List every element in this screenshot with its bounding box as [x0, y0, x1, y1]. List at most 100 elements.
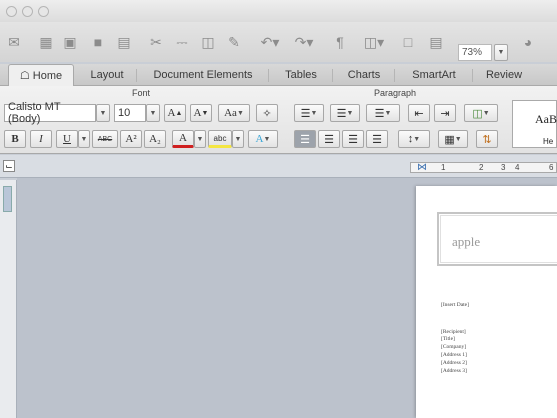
styles-gallery[interactable]: AaB He — [512, 100, 557, 148]
columns-icon: ◫ — [472, 107, 483, 120]
style-label: He — [543, 137, 554, 146]
tab-smartart[interactable]: SmartArt — [398, 64, 470, 86]
align-right-icon: ☰ — [348, 133, 358, 146]
redo-icon[interactable]: ↷▾ — [290, 32, 318, 52]
tab-divider — [394, 69, 395, 82]
underline-button[interactable]: U — [56, 130, 78, 148]
ruler-mark: 1 — [441, 163, 446, 172]
paragraph-group-label: Paragraph — [374, 88, 417, 98]
columns-button[interactable]: ◫ ▼ — [464, 104, 498, 122]
sidebar-icon[interactable]: ◫▾ — [360, 32, 388, 52]
tab-divider — [268, 69, 269, 82]
shrink-font-button[interactable]: A ▼ — [190, 104, 212, 122]
align-right-button[interactable]: ☰ — [342, 130, 364, 148]
cut-icon[interactable]: ✂ — [146, 32, 166, 52]
zoom-dropdown[interactable]: ▼ — [494, 44, 508, 61]
undo-icon[interactable]: ↶▾ — [256, 32, 284, 52]
templates-icon[interactable]: ▦ — [36, 32, 56, 52]
vertical-ruler-margin — [3, 186, 12, 212]
help-icon[interactable]: ◕ — [518, 32, 538, 52]
format-painter-icon[interactable]: ✎ — [224, 32, 244, 52]
justify-button[interactable]: ☰ — [366, 130, 388, 148]
align-left-button[interactable]: ☰ — [294, 130, 316, 148]
close-window-button[interactable] — [6, 6, 17, 17]
font-color-dropdown[interactable]: ▼ — [194, 130, 206, 148]
zoom-window-button[interactable] — [38, 6, 49, 17]
ribbon-tabs: ☖ Home Layout Document Elements Tables C… — [0, 64, 557, 87]
strikethrough-button[interactable]: ABC — [92, 130, 118, 148]
align-center-icon: ☰ — [324, 133, 334, 146]
doc-line-address-3[interactable]: [Address 3] — [441, 368, 467, 374]
justify-icon: ☰ — [372, 133, 382, 146]
font-name-field[interactable]: Calisto MT (Body) — [4, 101, 96, 125]
decrease-indent-button[interactable]: ⇤ — [408, 104, 430, 122]
tab-layout[interactable]: Layout — [80, 64, 134, 86]
tab-document-elements[interactable]: Document Elements — [140, 64, 266, 86]
text-effects-button[interactable]: A ▼ — [248, 130, 278, 148]
font-name-dropdown[interactable]: ▼ — [96, 104, 110, 122]
increase-indent-icon: ⇥ — [440, 107, 450, 120]
subscript-button[interactable]: A₂ — [144, 130, 166, 148]
tab-divider — [472, 69, 473, 82]
bold-button[interactable]: B — [4, 130, 26, 148]
tab-home[interactable]: ☖ Home — [8, 64, 74, 87]
new-document-icon[interactable]: ✉ — [4, 32, 24, 52]
multilevel-list-button[interactable]: ☰ ▼ — [366, 104, 400, 122]
increase-indent-button[interactable]: ⇥ — [434, 104, 456, 122]
vertical-ruler — [0, 180, 17, 418]
underline-dropdown[interactable]: ▼ — [78, 130, 90, 148]
zoom-field[interactable]: 73% — [458, 44, 492, 61]
sort-button[interactable]: ⇅ — [476, 130, 498, 148]
copy-icon[interactable]: ⎓ — [172, 32, 192, 52]
tab-divider — [332, 69, 333, 82]
eraser-icon: ✧ — [262, 107, 272, 120]
tab-home-label: Home — [32, 70, 63, 82]
paste-icon[interactable]: ◫ — [198, 32, 218, 52]
doc-line-address-2[interactable]: [Address 2] — [441, 360, 467, 366]
paragraph-marks-icon[interactable]: ¶ — [332, 32, 348, 52]
change-case-button[interactable]: Aa ▼ — [218, 104, 250, 122]
font-size-dropdown[interactable]: ▼ — [146, 104, 160, 122]
clear-formatting-button[interactable]: ✧ — [256, 104, 278, 122]
zoom-icon[interactable]: ▤ — [426, 32, 446, 52]
grow-font-button[interactable]: A ▲ — [164, 104, 186, 122]
document-title[interactable]: apple — [452, 234, 480, 250]
numbering-button[interactable]: ☰ ▼ — [330, 104, 360, 122]
ruler-mark: 6 — [549, 163, 554, 172]
tab-charts[interactable]: Charts — [336, 64, 392, 86]
minimize-window-button[interactable] — [22, 6, 33, 17]
tab-review[interactable]: Review — [476, 64, 532, 86]
line-spacing-button[interactable]: ↕ ▼ — [398, 130, 430, 148]
borders-button[interactable]: ▦ ▼ — [438, 130, 468, 148]
doc-line-company[interactable]: [Company] — [441, 344, 466, 350]
tab-divider — [136, 69, 137, 82]
doc-line-date[interactable]: [Insert Date] — [441, 302, 469, 308]
numbering-icon: ☰ — [336, 107, 347, 120]
title-bar — [0, 0, 557, 22]
bullets-button[interactable]: ☰ ▼ — [294, 104, 324, 122]
highlight-dropdown[interactable]: ▼ — [232, 130, 244, 148]
align-left-icon: ☰ — [300, 133, 310, 146]
doc-line-title[interactable]: [Title] — [441, 336, 455, 342]
superscript-button[interactable]: A² — [120, 130, 142, 148]
align-center-button[interactable]: ☰ — [318, 130, 340, 148]
ruler-scale: ⋈ 1 2 3 4 6 — [410, 162, 557, 173]
ruler-mark: 3 — [501, 163, 506, 172]
highlight-button[interactable]: abc — [208, 130, 232, 148]
ruler-mark: 4 — [515, 163, 520, 172]
print-icon[interactable]: ▤ — [114, 32, 134, 52]
font-color-button[interactable]: A — [172, 130, 194, 148]
save-icon[interactable]: ■ — [88, 32, 108, 52]
doc-line-address-1[interactable]: [Address 1] — [441, 352, 467, 358]
grow-arrow-icon: ▲ — [175, 109, 183, 117]
decrease-indent-icon: ⇤ — [414, 107, 424, 120]
open-icon[interactable]: ▣ — [60, 32, 80, 52]
indent-marker-icon[interactable]: ⋈ — [417, 162, 427, 173]
media-icon[interactable]: □ — [400, 32, 416, 52]
tab-stop-icon[interactable]: ⌙ — [3, 160, 15, 172]
font-group-label: Font — [132, 88, 151, 98]
tab-tables[interactable]: Tables — [272, 64, 330, 86]
italic-button[interactable]: I — [30, 130, 52, 148]
doc-line-recipient[interactable]: [Recipient] — [441, 329, 466, 335]
font-size-field[interactable]: 10 — [114, 104, 146, 122]
